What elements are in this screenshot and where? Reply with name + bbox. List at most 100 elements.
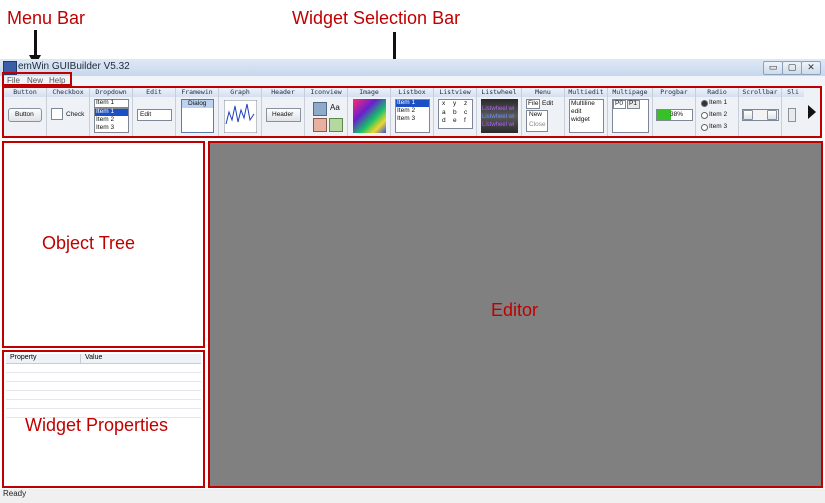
widget-iconview[interactable]: Iconview Aa bbox=[305, 88, 348, 136]
listview-cell: a bbox=[442, 109, 446, 116]
widget-multipage[interactable]: Multipage P0 P1 bbox=[608, 88, 653, 136]
status-bar: Ready bbox=[0, 489, 825, 503]
framewin-title: Dialog bbox=[188, 100, 207, 107]
menu-sample-item: Close bbox=[529, 121, 546, 128]
dropdown-item: Item 1 bbox=[96, 108, 115, 115]
property-row bbox=[6, 390, 201, 391]
annotation-arrow-menu bbox=[34, 30, 37, 56]
dropdown-selected: Item 1 bbox=[96, 99, 115, 106]
property-row bbox=[6, 399, 201, 400]
property-row bbox=[6, 408, 201, 409]
listbox-item: Item 1 bbox=[397, 99, 416, 106]
radio-item: Item 1 bbox=[709, 99, 728, 106]
widget-edit[interactable]: Edit Edit bbox=[133, 88, 176, 136]
widget-label: Multipage bbox=[608, 88, 652, 97]
widget-listbox[interactable]: Listbox Item 1 Item 2 Item 3 bbox=[391, 88, 434, 136]
widget-label: Button bbox=[4, 88, 46, 97]
widget-label: Graph bbox=[219, 88, 261, 97]
minimize-button[interactable]: ▭ bbox=[763, 61, 783, 75]
widget-label: Listbox bbox=[391, 88, 433, 97]
listbox-item: Item 3 bbox=[397, 115, 416, 122]
menu-sample-item: Edit bbox=[542, 100, 554, 107]
widget-checkbox[interactable]: Checkbox Check bbox=[47, 88, 90, 136]
sample-checkbox-text: Check bbox=[66, 111, 85, 118]
multiedit-line: widget bbox=[571, 116, 590, 123]
multipage-tab: P0 bbox=[615, 100, 623, 107]
widget-multiedit[interactable]: Multiedit Multiline edit widget bbox=[565, 88, 608, 136]
progbar-value: 38% bbox=[670, 111, 684, 118]
properties-header: Property Value bbox=[6, 354, 201, 364]
widget-button[interactable]: Button Button bbox=[4, 88, 47, 136]
widget-label: Header bbox=[262, 88, 304, 97]
column-value: Value bbox=[85, 354, 103, 361]
widget-listwheel[interactable]: Listwheel Listwheel wi Listwheel wi List… bbox=[477, 88, 522, 136]
widget-label: Checkbox bbox=[47, 88, 89, 97]
listview-cell: f bbox=[464, 117, 466, 124]
annotation-widget-selection-bar: Widget Selection Bar bbox=[292, 8, 461, 28]
sample-edit-text: Edit bbox=[140, 111, 152, 118]
annotation-widget-properties: Widget Properties bbox=[25, 415, 169, 435]
listview-cell: z bbox=[464, 100, 468, 107]
close-button[interactable]: ✕ bbox=[801, 61, 821, 75]
widget-label: Sli bbox=[782, 88, 804, 97]
widget-dropdown[interactable]: Dropdown Item 1 Item 1 Item 2 Item 3 bbox=[90, 88, 133, 136]
widget-label: Scrollbar bbox=[739, 88, 781, 97]
listview-cell: e bbox=[453, 117, 457, 124]
widget-slider[interactable]: Sli bbox=[782, 88, 804, 136]
widget-label: Radio bbox=[696, 88, 738, 97]
property-row bbox=[6, 372, 201, 373]
menu-sample-item: File bbox=[528, 100, 539, 107]
widget-label: Iconview bbox=[305, 88, 347, 97]
widget-label: Edit bbox=[133, 88, 175, 97]
widget-label: Listview bbox=[434, 88, 476, 97]
status-text: Ready bbox=[3, 489, 27, 498]
title-bar: emWin GUIBuilder V5.32 ▭ ▢ ✕ bbox=[0, 59, 825, 77]
listview-cell: y bbox=[453, 100, 457, 107]
annotation-editor: Editor bbox=[491, 300, 539, 320]
window-title: emWin GUIBuilder V5.32 bbox=[18, 61, 130, 72]
widget-image[interactable]: Image bbox=[348, 88, 391, 136]
widget-label: Dropdown bbox=[90, 88, 132, 97]
widget-listview[interactable]: Listview x y z a b c d e f bbox=[434, 88, 477, 136]
dropdown-item: Item 2 bbox=[96, 116, 115, 123]
dropdown-item: Item 3 bbox=[96, 124, 115, 131]
multiedit-line: Multiline bbox=[571, 100, 595, 107]
widget-label: Multiedit bbox=[565, 88, 607, 97]
widget-radio[interactable]: Radio Item 1 Item 2 Item 3 bbox=[696, 88, 739, 136]
widget-menu[interactable]: Menu File Edit New Close bbox=[522, 88, 565, 136]
annotation-menu-bar: Menu Bar bbox=[7, 8, 86, 28]
multipage-tab: P1 bbox=[629, 100, 637, 107]
menu-bar-highlight bbox=[2, 72, 72, 86]
listview-cell: b bbox=[453, 109, 457, 116]
maximize-button[interactable]: ▢ bbox=[782, 61, 802, 75]
listview-cell: c bbox=[464, 109, 468, 116]
listview-cell: d bbox=[442, 117, 446, 124]
sample-button-text: Button bbox=[15, 111, 34, 118]
widget-graph[interactable]: Graph bbox=[219, 88, 262, 136]
widget-label: Image bbox=[348, 88, 390, 97]
image-thumbnail bbox=[353, 99, 386, 133]
radio-item: Item 2 bbox=[709, 111, 728, 118]
widget-scrollbar[interactable]: Scrollbar bbox=[739, 88, 782, 136]
graph-icon bbox=[224, 100, 257, 133]
menu-bar: File New Help bbox=[0, 76, 825, 86]
widget-label: Listwheel bbox=[477, 88, 521, 97]
listwheel-item: Listwheel wi bbox=[482, 114, 515, 120]
widget-label: Progbar bbox=[653, 88, 695, 97]
widget-framewin[interactable]: Framewin Dialog bbox=[176, 88, 219, 136]
iconview-text: Aa bbox=[330, 103, 340, 112]
listwheel-item: Listwheel wi bbox=[482, 106, 515, 112]
listwheel-item: Listwheel wi bbox=[482, 122, 515, 128]
sample-header-text: Header bbox=[272, 111, 294, 118]
listbox-item: Item 2 bbox=[397, 107, 416, 114]
listview-cell: x bbox=[442, 100, 446, 107]
menu-sample-item: New bbox=[529, 111, 543, 118]
annotation-object-tree: Object Tree bbox=[42, 233, 136, 253]
column-property: Property bbox=[10, 354, 37, 361]
scroll-right-icon[interactable] bbox=[808, 105, 816, 119]
widget-progbar[interactable]: Progbar 38% bbox=[653, 88, 696, 136]
widget-label: Framewin bbox=[176, 88, 218, 97]
widget-header[interactable]: Header Header bbox=[262, 88, 305, 136]
widget-label: Menu bbox=[522, 88, 564, 97]
radio-item: Item 3 bbox=[709, 123, 728, 130]
